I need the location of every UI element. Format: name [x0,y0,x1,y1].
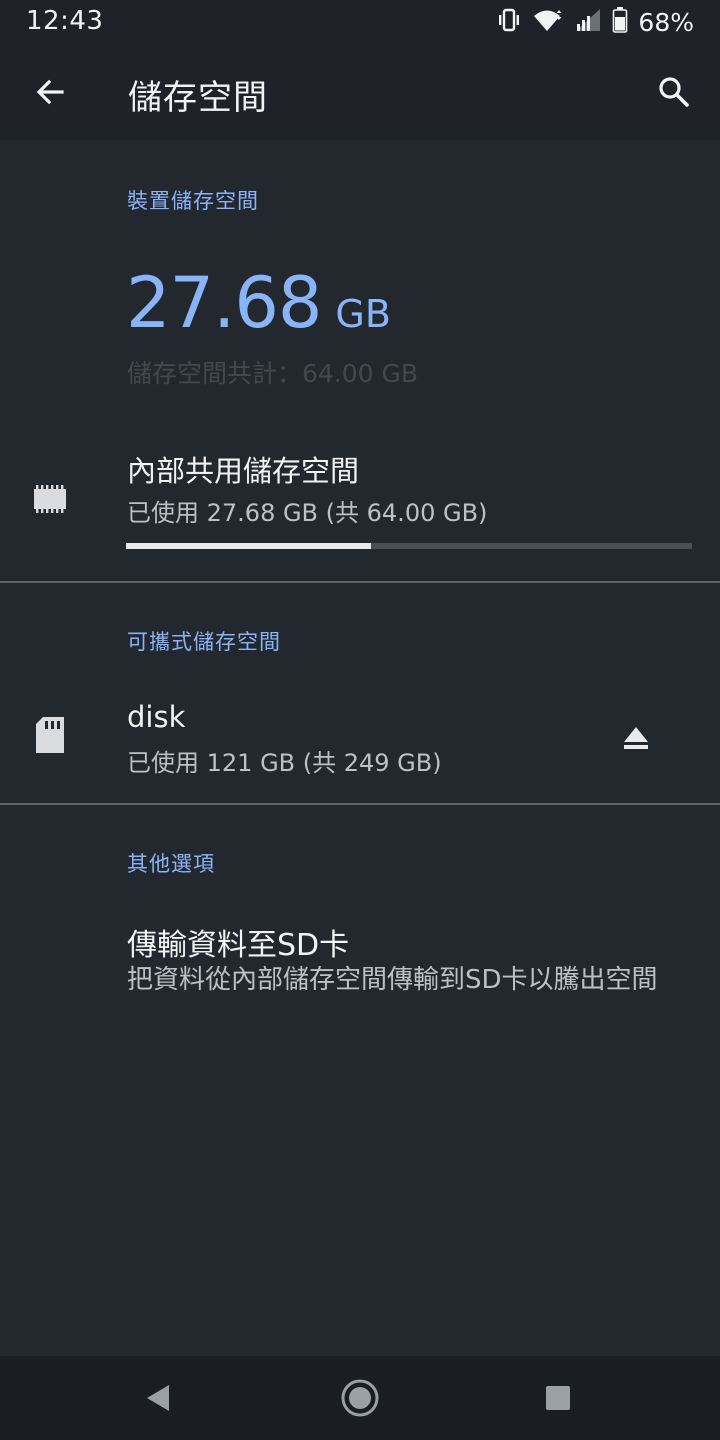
battery-icon [612,6,628,38]
vibrate-icon [496,7,522,37]
sd-card-icon [30,715,70,755]
internal-storage-progress [126,543,692,549]
divider [0,581,720,583]
divider [0,803,720,805]
transfer-to-sd-title: 傳輸資料至SD卡 [127,928,350,963]
back-button[interactable] [22,64,78,120]
nav-home-icon [341,1379,379,1417]
eject-button[interactable] [608,716,664,760]
search-button[interactable] [646,64,702,120]
portable-storage-subtitle: 已使用 121 GB (共 249 GB) [127,749,442,777]
nav-home-button[interactable] [332,1372,388,1424]
internal-storage-progress-fill [126,543,371,549]
nav-recents-icon [546,1386,570,1410]
used-storage-unit: GB [335,292,391,336]
device-storage-header: 裝置儲存空間 [127,189,259,213]
used-storage-summary: 27.68 GB [126,262,391,344]
internal-storage-title: 內部共用儲存空間 [127,454,360,488]
nav-back-button[interactable] [130,1372,186,1424]
page-title: 儲存空間 [128,78,268,118]
used-storage-number: 27.68 [126,262,322,344]
memory-chip-icon [30,480,70,520]
app-toolbar: 儲存空間 [0,48,720,140]
arrow-back-icon [36,79,64,105]
status-time: 12:43 [26,6,104,36]
search-icon [659,77,689,107]
battery-percentage: 68% [638,7,694,37]
status-bar: 12:43 68% [0,0,720,48]
portable-storage-header: 可攜式儲存空間 [127,630,281,654]
eject-icon [624,727,648,749]
status-icons: 68% [496,6,694,38]
transfer-to-sd-subtitle: 把資料從內部儲存空間傳輸到SD卡以騰出空間 [127,965,658,995]
internal-storage-subtitle: 已使用 27.68 GB (共 64.00 GB) [127,499,488,527]
nav-recents-button[interactable] [530,1372,586,1424]
total-storage-label: 儲存空間共計：64.00 GB [127,359,419,388]
storage-screen: 12:43 68% 儲存空間 裝置儲存空間 27.68 GB 儲存空間共計：64… [0,0,720,1440]
portable-storage-title: disk [127,700,186,734]
nav-back-icon [147,1385,169,1411]
cell-signal-icon [574,7,602,37]
wifi-icon [532,7,564,37]
other-options-header: 其他選項 [127,852,215,876]
navigation-bar [0,1356,720,1440]
